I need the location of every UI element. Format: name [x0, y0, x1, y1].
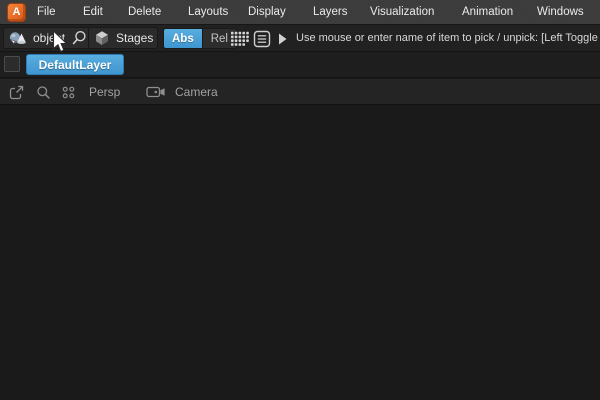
persp-selector[interactable]: Persp: [89, 79, 120, 105]
menu-item-file[interactable]: File: [37, 0, 56, 25]
menu-item-visualization[interactable]: Visualization: [370, 0, 434, 25]
menu-item-display[interactable]: Display: [248, 0, 286, 25]
application-window: A File Edit Delete Layouts Display Layer…: [0, 0, 600, 400]
pick-object-field[interactable]: object: [3, 27, 91, 49]
viewport-toolbar: Persp Camera: [0, 79, 600, 105]
pick-hint-text: Use mouse or enter name of item to pick …: [296, 32, 600, 44]
menu-item-animation[interactable]: Animation: [462, 0, 513, 25]
camera-selector[interactable]: Camera: [175, 79, 218, 105]
layer-bar: DefaultLayer: [0, 52, 600, 78]
zoom-icon[interactable]: [36, 79, 51, 105]
menu-item-layers[interactable]: Layers: [313, 0, 348, 25]
menu-item-edit[interactable]: Edit: [83, 0, 103, 25]
pop-out-icon[interactable]: [9, 79, 24, 105]
pick-field-value[interactable]: object: [33, 31, 65, 45]
menu-item-windows[interactable]: Windows: [537, 0, 584, 25]
app-logo-icon[interactable]: A: [8, 4, 25, 21]
pick-objects-icon: [8, 30, 29, 47]
stages-label: Stages: [116, 31, 154, 45]
grid-icon[interactable]: [230, 31, 250, 47]
menu-bar: A File Edit Delete Layouts Display Layer…: [0, 0, 600, 25]
camera-icon[interactable]: [146, 79, 166, 105]
list-icon[interactable]: [253, 30, 271, 48]
menu-item-layouts[interactable]: Layouts: [188, 0, 228, 25]
pick-toolbar: object Stages Abs Rel Use mouse or enter…: [0, 25, 600, 52]
stages-cube-icon: [94, 30, 110, 46]
four-dots-icon[interactable]: [61, 79, 76, 105]
abs-rel-toggle: Abs Rel: [163, 28, 237, 49]
viewport-3d[interactable]: [0, 106, 600, 400]
menu-item-delete[interactable]: Delete: [128, 0, 161, 25]
abs-button[interactable]: Abs: [164, 29, 202, 48]
search-icon[interactable]: [71, 30, 87, 46]
layer-visibility-checkbox[interactable]: [4, 56, 20, 72]
play-triangle-icon[interactable]: [278, 33, 288, 45]
stages-button[interactable]: Stages: [88, 27, 158, 49]
layer-tab-defaultlayer[interactable]: DefaultLayer: [26, 54, 124, 75]
